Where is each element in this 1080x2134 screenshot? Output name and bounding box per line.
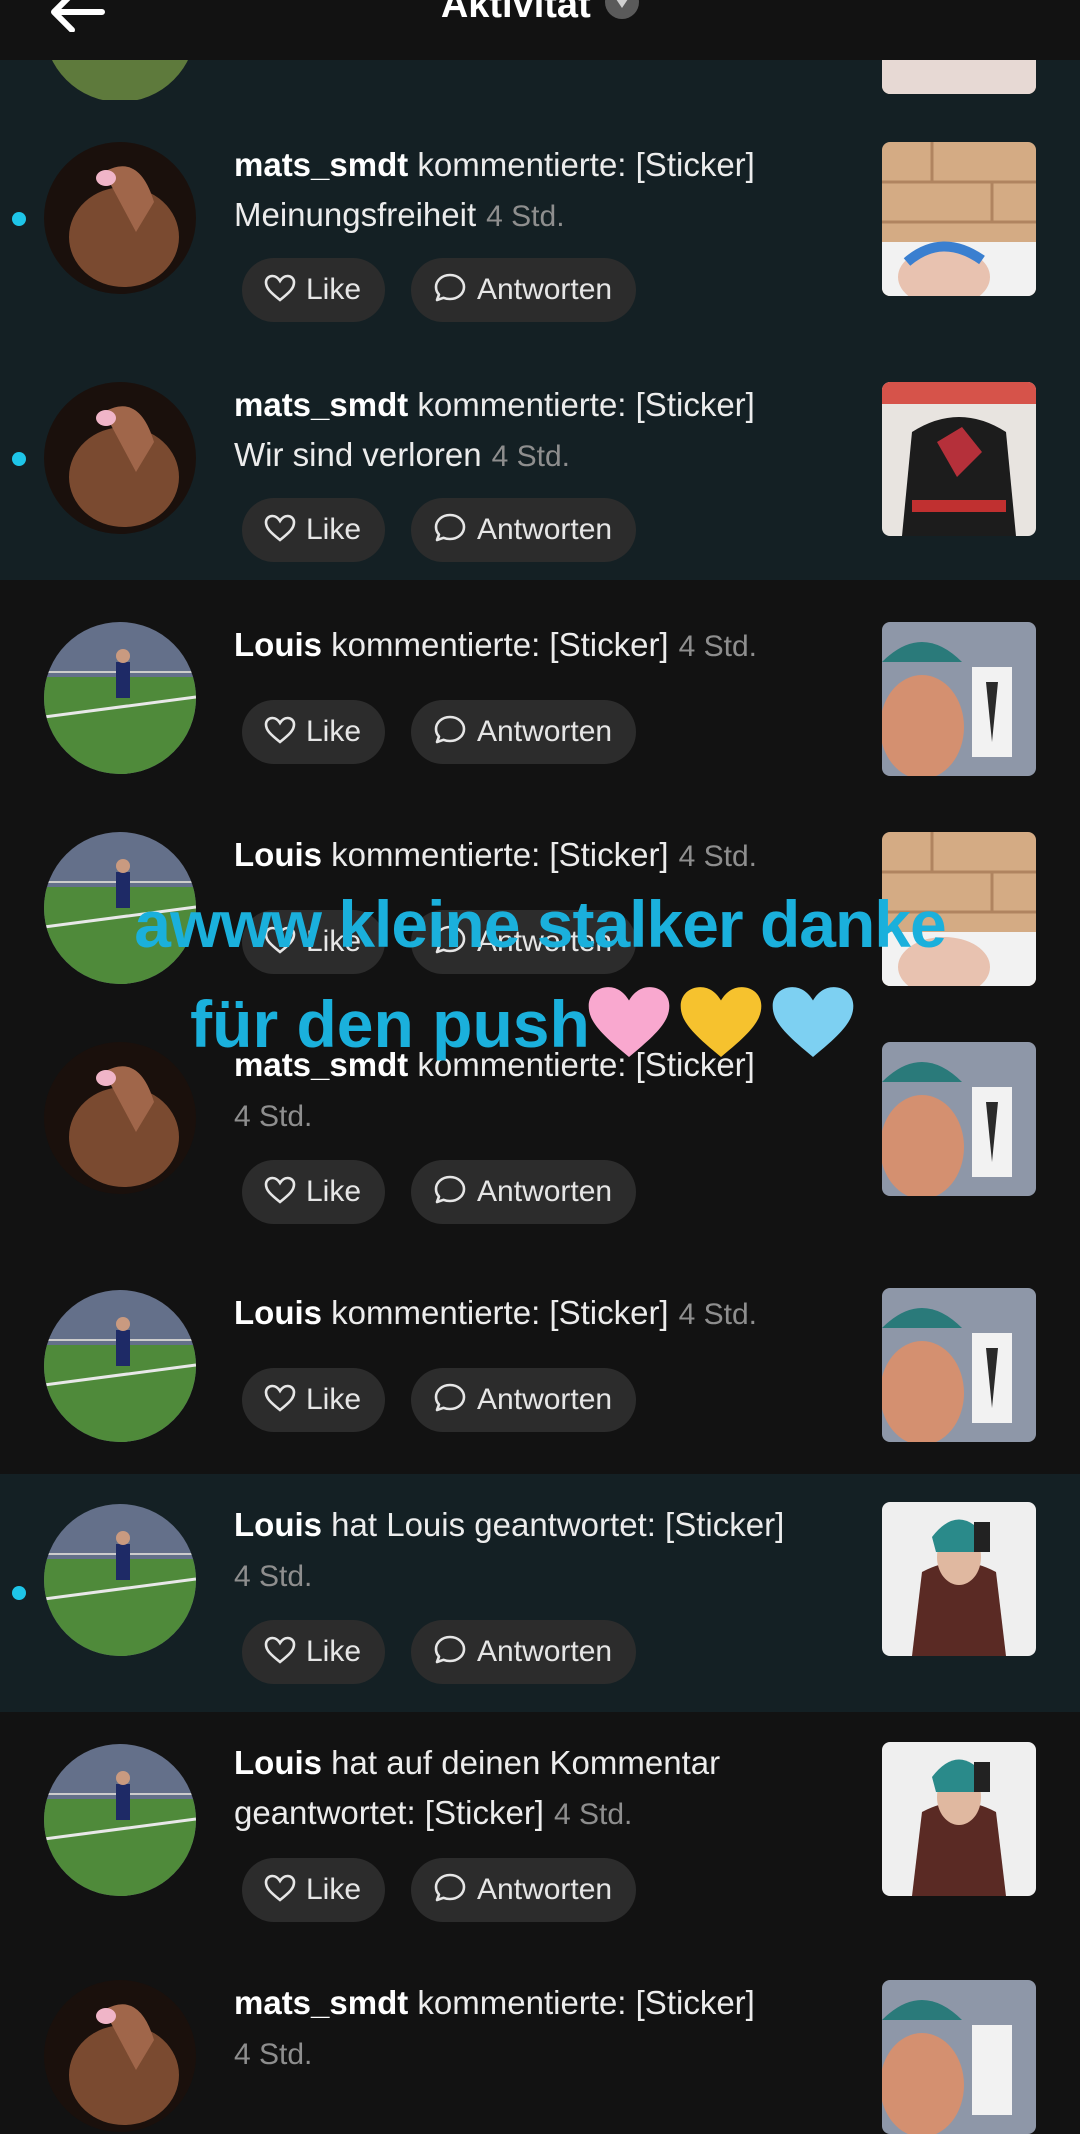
like-button[interactable]: Like [242, 258, 386, 322]
notification-text: kommentierte: [Sticker] [322, 836, 669, 873]
notification-text: hat auf deinen Kommentar [322, 1744, 721, 1781]
timestamp: 4 Std. [678, 1298, 757, 1331]
speech-bubble-icon [434, 1635, 466, 1664]
username[interactable]: mats_smdt [234, 386, 408, 423]
heart-outline-icon [264, 1384, 296, 1412]
speech-bubble-icon [434, 1175, 466, 1204]
reply-button[interactable]: Antworten [411, 258, 637, 322]
notification-text: kommentierte: [Sticker] [322, 1294, 669, 1331]
heart-outline-icon [264, 514, 296, 542]
avatar[interactable] [44, 1980, 196, 2132]
avatar[interactable] [44, 1504, 196, 1656]
avatar[interactable] [44, 622, 196, 774]
comment-text: Wir sind verloren [234, 436, 482, 473]
username[interactable]: mats_smdt [234, 1984, 408, 2021]
like-button[interactable]: Like [242, 1160, 386, 1224]
overlay-caption-line1: awww kleine stalker danke [134, 887, 946, 961]
username[interactable]: Louis [234, 1294, 322, 1331]
avatar[interactable] [44, 1290, 196, 1442]
speech-bubble-icon [434, 513, 466, 542]
unread-dot [12, 1586, 26, 1600]
page-title: Aktivität [440, 0, 591, 26]
timestamp: 4 Std. [486, 200, 565, 233]
unread-dot [12, 452, 26, 466]
notification-text: kommentierte: [Sticker] [408, 146, 755, 183]
timestamp: 4 Std. [234, 2038, 313, 2071]
like-button[interactable]: Like [242, 1858, 386, 1922]
notification-text: kommentierte: [Sticker] [408, 386, 755, 423]
heart-outline-icon [264, 1636, 296, 1664]
reply-button[interactable]: Antworten [411, 1160, 637, 1224]
heart-outline-icon [264, 716, 296, 744]
list-item[interactable]: Louis hat Louis geantwortet: [Sticker] 4… [0, 1474, 1080, 1712]
username[interactable]: Louis [234, 1506, 322, 1543]
notification-text: hat Louis geantwortet: [Sticker] [322, 1506, 785, 1543]
reply-button[interactable]: Antworten [411, 1858, 637, 1922]
list-item[interactable]: mats_smdt kommentierte: [Sticker] Meinun… [0, 100, 1080, 340]
username[interactable]: mats_smdt [234, 146, 408, 183]
reply-button[interactable]: Antworten [411, 498, 637, 562]
list-item[interactable]: mats_smdt kommentierte: [Sticker] Wir si… [0, 340, 1080, 580]
username[interactable]: Louis [234, 836, 322, 873]
notification-text: kommentierte: [Sticker] [322, 626, 669, 663]
speech-bubble-icon [434, 715, 466, 744]
username[interactable]: Louis [234, 626, 322, 663]
overlay-caption-line2: für den push [190, 987, 590, 1061]
title-dropdown[interactable]: Aktivität [0, 0, 1080, 27]
post-thumbnail[interactable] [882, 382, 1036, 536]
like-button[interactable]: Like [242, 1620, 386, 1684]
comment-text: Meinungsfreiheit [234, 196, 477, 233]
avatar[interactable] [44, 1744, 196, 1896]
yellow-heart-icon [680, 987, 762, 1057]
timestamp: 4 Std. [234, 1560, 313, 1593]
list-item-partial[interactable] [0, 0, 1080, 102]
reply-button[interactable]: Antworten [411, 1620, 637, 1684]
like-button[interactable]: Like [242, 1368, 386, 1432]
heart-outline-icon [264, 1874, 296, 1902]
list-item[interactable]: Louis kommentierte: [Sticker] 4 Std. Like… [0, 580, 1080, 790]
timestamp: 4 Std. [234, 1100, 313, 1133]
avatar[interactable] [44, 142, 196, 294]
like-button[interactable]: Like [242, 700, 386, 764]
speech-bubble-icon [434, 1873, 466, 1902]
post-thumbnail[interactable] [882, 1502, 1036, 1656]
light-blue-heart-icon [772, 987, 854, 1057]
reply-button[interactable]: Antworten [411, 700, 637, 764]
reply-button[interactable]: Antworten [411, 1368, 637, 1432]
list-item[interactable]: Louis hat auf deinen Kommentar geantwort… [0, 1712, 1080, 1952]
overlay-emoji [586, 982, 862, 1072]
list-item[interactable]: mats_smdt kommentierte: [Sticker] 4 Std. [0, 1952, 1080, 2134]
post-thumbnail[interactable] [882, 1980, 1036, 2134]
top-bar: Aktivität [0, 0, 1080, 60]
unread-dot [12, 212, 26, 226]
timestamp: 4 Std. [553, 1798, 633, 1831]
username[interactable]: Louis [234, 1744, 322, 1781]
post-thumbnail[interactable] [882, 622, 1036, 776]
timestamp: 4 Std. [678, 630, 757, 663]
like-button[interactable]: Like [242, 498, 386, 562]
chevron-down-icon [605, 0, 640, 19]
list-item[interactable]: Louis kommentierte: [Sticker] 4 Std. Like… [0, 1260, 1080, 1470]
avatar[interactable] [44, 382, 196, 534]
post-thumbnail[interactable] [882, 1742, 1036, 1896]
speech-bubble-icon [434, 1383, 466, 1412]
heart-outline-icon [264, 1176, 296, 1204]
pink-heart-icon [588, 987, 670, 1057]
post-thumbnail[interactable] [882, 1288, 1036, 1442]
notification-text: kommentierte: [Sticker] [408, 1984, 755, 2021]
speech-bubble-icon [434, 273, 466, 302]
post-thumbnail[interactable] [882, 142, 1036, 296]
timestamp: 4 Std. [491, 440, 570, 473]
timestamp: 4 Std. [678, 840, 757, 873]
notification-text-cont: geantwortet: [Sticker] [234, 1794, 544, 1831]
heart-outline-icon [264, 274, 296, 302]
